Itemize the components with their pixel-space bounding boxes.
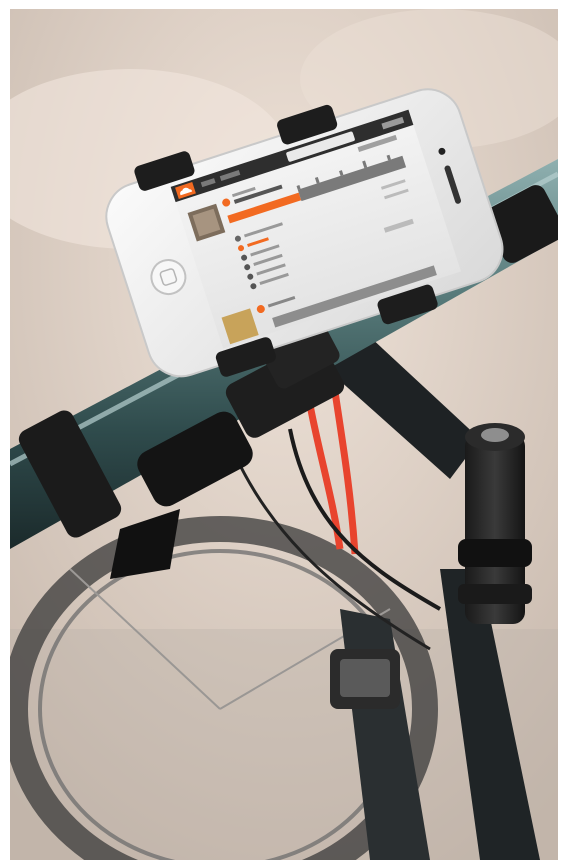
photo-scene [10,9,558,860]
photo-illustration [10,9,558,860]
